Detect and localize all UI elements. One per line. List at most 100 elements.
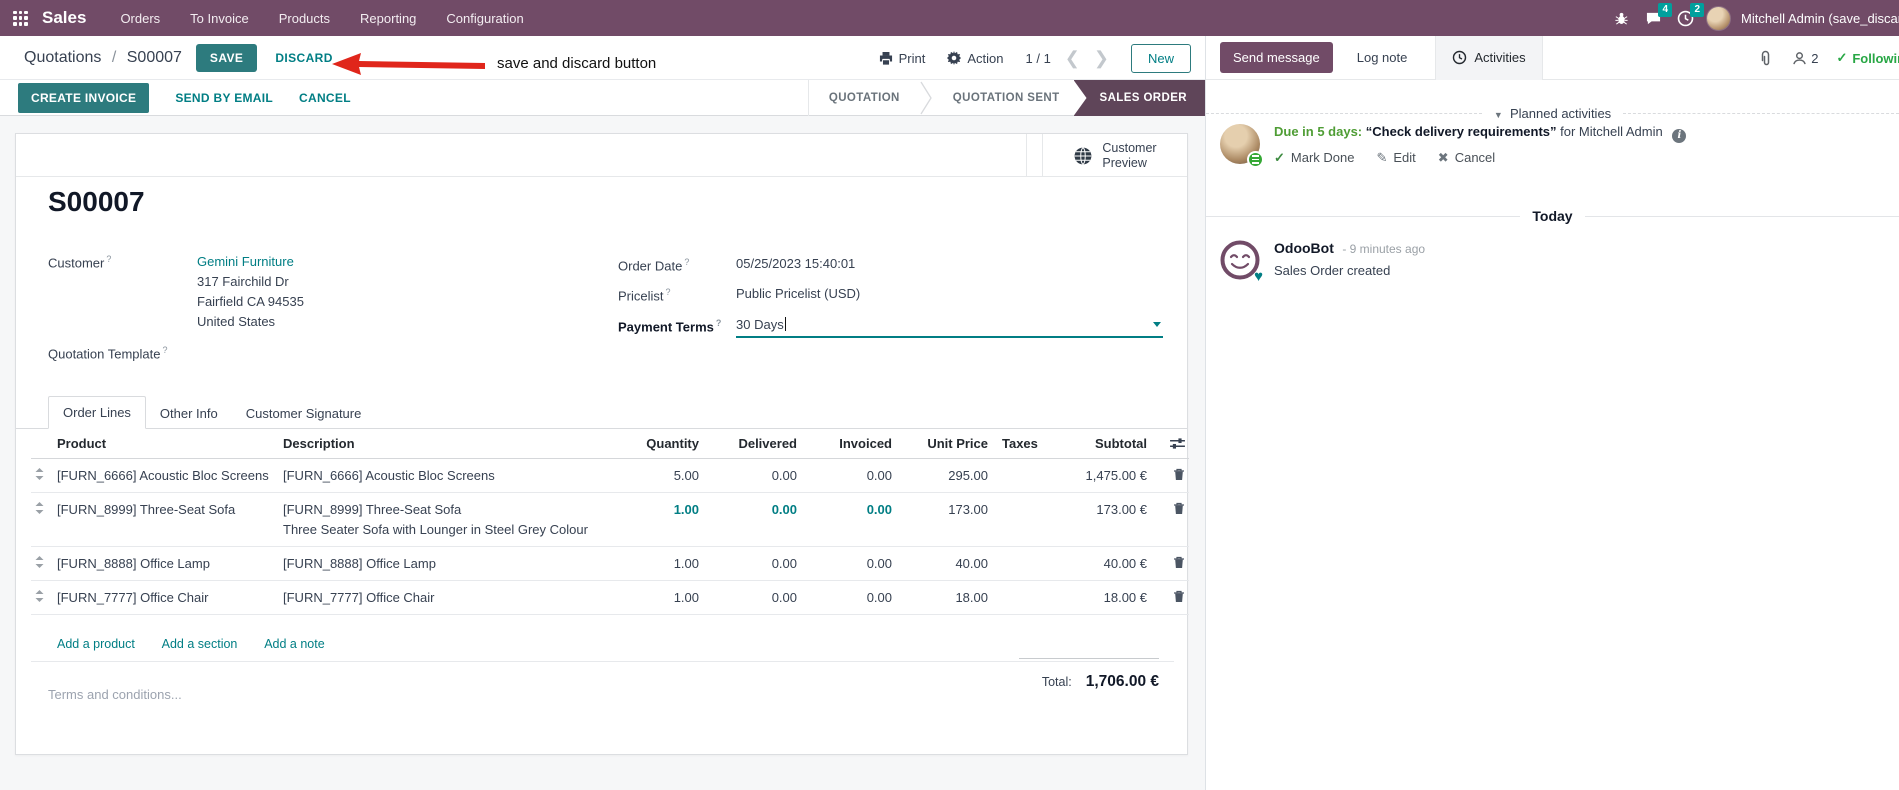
order-line-row[interactable]: [FURN_8888] Office Lamp [FURN_8888] Offi… xyxy=(31,546,1189,581)
menu-reporting[interactable]: Reporting xyxy=(360,11,416,26)
cell-unit-price: 18.00 xyxy=(896,580,992,615)
cell-unit-price: 173.00 xyxy=(896,492,992,547)
stage-quotation-sent[interactable]: QUOTATION SENT xyxy=(933,80,1080,116)
user-menu[interactable]: Mitchell Admin (save_discar xyxy=(1741,11,1899,26)
tab-order-lines[interactable]: Order Lines xyxy=(48,396,146,429)
delete-row-icon[interactable] xyxy=(1173,468,1185,481)
edit-activity-button[interactable]: ✎ Edit xyxy=(1376,150,1415,166)
new-button[interactable]: New xyxy=(1130,43,1191,73)
following-button[interactable]: ✓ Following xyxy=(1836,50,1899,66)
log-note-button[interactable]: Log note xyxy=(1357,50,1408,65)
delete-row-icon[interactable] xyxy=(1173,502,1185,515)
stage-quotation[interactable]: QUOTATION xyxy=(809,80,920,116)
notebook-tabs: Order Lines Other Info Customer Signatur… xyxy=(16,396,1187,429)
drag-handle-icon[interactable] xyxy=(35,502,44,514)
col-delivered[interactable]: Delivered xyxy=(703,430,801,459)
payment-terms-field[interactable]: 30 Days xyxy=(736,316,1163,338)
menu-orders[interactable]: Orders xyxy=(120,11,160,26)
action-button[interactable]: Action xyxy=(947,51,1004,66)
col-product[interactable]: Product xyxy=(53,430,279,459)
save-button[interactable]: SAVE xyxy=(195,43,258,72)
order-line-row[interactable]: [FURN_8999] Three-Seat Sofa [FURN_8999] … xyxy=(31,492,1189,547)
planned-activities-divider[interactable]: ▼ Planned activities xyxy=(1206,106,1899,121)
messages-icon[interactable]: 4 xyxy=(1642,3,1672,29)
cancel-button[interactable]: CANCEL xyxy=(299,91,351,105)
attachment-paperclip-icon[interactable] xyxy=(1758,50,1774,67)
followers-button[interactable]: 2 xyxy=(1792,51,1818,66)
activities-button[interactable]: Activities xyxy=(1435,35,1543,80)
line-add-links: Add a product Add a section Add a note xyxy=(31,629,1174,662)
form-view-background: Customer Preview S00007 Customer? Gemini … xyxy=(0,116,1205,790)
col-unit-price[interactable]: Unit Price xyxy=(896,430,992,459)
pager-previous[interactable]: ❮ xyxy=(1065,49,1080,67)
message-author[interactable]: OdooBot xyxy=(1274,240,1334,256)
pager-next[interactable]: ❯ xyxy=(1094,49,1109,67)
drag-handle-icon[interactable] xyxy=(35,468,44,480)
tab-other-info[interactable]: Other Info xyxy=(146,398,232,429)
cell-subtotal: 173.00 € xyxy=(1062,492,1151,547)
total-block: Total: 1,706.00 € xyxy=(1019,658,1159,691)
activity-type-badge-icon xyxy=(1247,151,1264,168)
menu-products[interactable]: Products xyxy=(279,11,330,26)
messages-badge: 4 xyxy=(1658,3,1672,17)
customer-preview-button[interactable]: Customer Preview xyxy=(1042,134,1187,177)
apps-grid-icon[interactable] xyxy=(13,10,28,26)
terms-and-conditions-placeholder[interactable]: Terms and conditions... xyxy=(48,687,182,702)
col-invoiced[interactable]: Invoiced xyxy=(801,430,896,459)
total-value: 1,706.00 € xyxy=(1085,673,1159,690)
info-icon[interactable]: i xyxy=(1672,128,1687,143)
tab-customer-signature[interactable]: Customer Signature xyxy=(232,398,376,429)
add-a-section-link[interactable]: Add a section xyxy=(162,637,238,651)
breadcrumb: Quotations / S00007 xyxy=(24,48,182,66)
delete-row-icon[interactable] xyxy=(1173,556,1185,569)
cell-invoiced: 0.00 xyxy=(801,458,896,493)
breadcrumb-quotations[interactable]: Quotations xyxy=(24,49,101,66)
optional-columns-icon[interactable] xyxy=(1170,437,1185,450)
drag-handle-icon[interactable] xyxy=(35,556,44,568)
order-line-row[interactable]: [FURN_7777] Office Chair [FURN_7777] Off… xyxy=(31,580,1189,615)
customer-label: Customer? xyxy=(48,254,112,271)
cell-product: [FURN_7777] Office Chair xyxy=(53,580,279,615)
col-taxes[interactable]: Taxes xyxy=(992,430,1062,459)
stage-sales-order[interactable]: SALES ORDER xyxy=(1073,80,1205,116)
top-navbar: Sales Orders To Invoice Products Reporti… xyxy=(0,0,1899,36)
smart-button-box: Customer Preview xyxy=(16,134,1187,177)
pricelist-field[interactable]: Public Pricelist (USD) xyxy=(736,286,860,301)
mark-done-button[interactable]: ✓ Mark Done xyxy=(1274,150,1354,166)
quotation-template-label: Quotation Template? xyxy=(48,345,168,362)
create-invoice-button[interactable]: CREATE INVOICE xyxy=(18,82,150,113)
col-subtotal[interactable]: Subtotal xyxy=(1062,430,1151,459)
order-date-field[interactable]: 05/25/2023 15:40:01 xyxy=(736,256,855,271)
cell-description: [FURN_7777] Office Chair xyxy=(279,580,619,615)
customer-link[interactable]: Gemini Furniture xyxy=(197,254,304,269)
cancel-activity-button[interactable]: ✖ Cancel xyxy=(1438,150,1495,166)
debug-bug-icon[interactable] xyxy=(1610,7,1632,29)
dropdown-caret-icon[interactable] xyxy=(1153,321,1161,327)
cell-invoiced: 0.00 xyxy=(801,580,896,615)
col-description[interactable]: Description xyxy=(279,430,619,459)
activity-due: Due in 5 days: xyxy=(1274,124,1363,139)
order-line-row[interactable]: [FURN_6666] Acoustic Bloc Screens [FURN_… xyxy=(31,458,1189,493)
odoobot-avatar[interactable]: ♥ xyxy=(1220,240,1263,285)
send-message-button[interactable]: Send message xyxy=(1220,42,1333,73)
add-a-note-link[interactable]: Add a note xyxy=(264,637,324,651)
app-name[interactable]: Sales xyxy=(42,8,86,28)
menu-to-invoice[interactable]: To Invoice xyxy=(190,11,249,26)
col-quantity[interactable]: Quantity xyxy=(619,430,703,459)
stage-widget: QUOTATION QUOTATION SENT SALES ORDER xyxy=(807,80,1205,116)
menu-configuration[interactable]: Configuration xyxy=(446,11,523,26)
drag-handle-icon[interactable] xyxy=(35,590,44,602)
activity-avatar[interactable] xyxy=(1220,124,1264,168)
order-reference-title: S00007 xyxy=(48,186,145,217)
cell-quantity: 1.00 xyxy=(619,492,703,547)
activities-clock-icon[interactable]: 2 xyxy=(1674,3,1704,29)
cell-taxes xyxy=(992,580,1062,615)
add-a-product-link[interactable]: Add a product xyxy=(57,637,135,651)
check-icon: ✓ xyxy=(1274,149,1285,165)
print-button[interactable]: Print xyxy=(879,51,925,66)
send-by-email-button[interactable]: SEND BY EMAIL xyxy=(175,91,273,105)
delete-row-icon[interactable] xyxy=(1173,590,1185,603)
user-avatar[interactable] xyxy=(1706,5,1731,31)
pager: 1 / 1 ❮ ❯ xyxy=(1026,49,1109,67)
cell-delivered: 0.00 xyxy=(703,458,801,493)
